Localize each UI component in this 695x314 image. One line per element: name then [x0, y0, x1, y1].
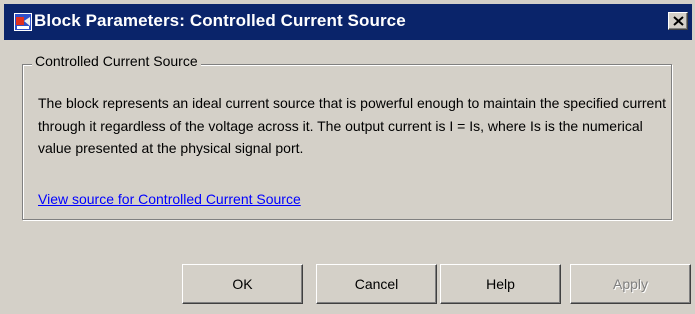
close-icon [673, 16, 684, 26]
close-button[interactable] [668, 12, 688, 30]
cancel-button[interactable]: Cancel [316, 264, 437, 304]
apply-button[interactable]: Apply [570, 264, 691, 304]
help-button[interactable]: Help [440, 264, 561, 304]
block-description: The block represents an ideal current so… [38, 95, 667, 156]
groupbox-title: Controlled Current Source [32, 53, 201, 69]
window-title: Block Parameters: Controlled Current Sou… [34, 11, 406, 30]
ok-button[interactable]: OK [182, 264, 303, 304]
block-parameters-icon [14, 13, 32, 31]
title-bar[interactable]: Block Parameters: Controlled Current Sou… [4, 4, 692, 40]
dialog-window: Block Parameters: Controlled Current Sou… [0, 0, 695, 314]
view-source-link[interactable]: View source for Controlled Current Sourc… [38, 191, 301, 207]
